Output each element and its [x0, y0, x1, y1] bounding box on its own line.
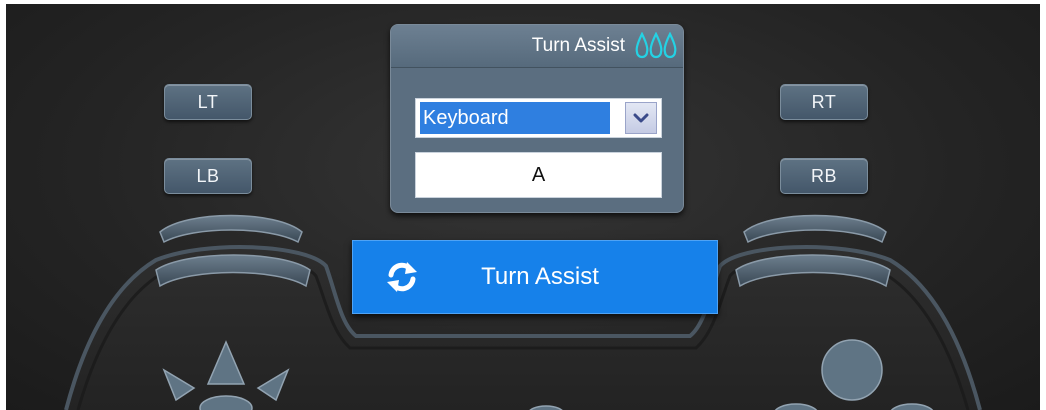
rt-label: RT: [811, 91, 837, 112]
rb-button[interactable]: RB: [780, 158, 868, 194]
panel-header: Turn Assist: [391, 25, 683, 68]
turn-assist-button-label: Turn Assist: [481, 263, 599, 290]
left-bumper-shape: [159, 214, 303, 244]
chevron-down-icon[interactable]: [625, 102, 657, 134]
key-binding-field[interactable]: A: [415, 152, 662, 198]
input-type-dropdown[interactable]: Keyboard: [415, 98, 662, 138]
rb-label: RB: [810, 165, 837, 186]
controller-mapping-canvas: LT LB RT RB Turn Assist Keyboard A Turn …: [6, 4, 1040, 410]
turn-assist-panel: Turn Assist Keyboard A: [390, 24, 684, 213]
water-drops-icon: [635, 32, 677, 60]
input-type-selected[interactable]: Keyboard: [420, 102, 610, 134]
turn-assist-button[interactable]: Turn Assist: [352, 240, 718, 314]
lb-button[interactable]: LB: [164, 158, 252, 194]
lt-label: LT: [197, 91, 219, 112]
rt-button[interactable]: RT: [780, 84, 868, 120]
right-bumper-shape: [743, 214, 887, 244]
lt-button[interactable]: LT: [164, 84, 252, 120]
panel-title: Turn Assist: [531, 35, 625, 56]
lb-label: LB: [196, 165, 220, 186]
